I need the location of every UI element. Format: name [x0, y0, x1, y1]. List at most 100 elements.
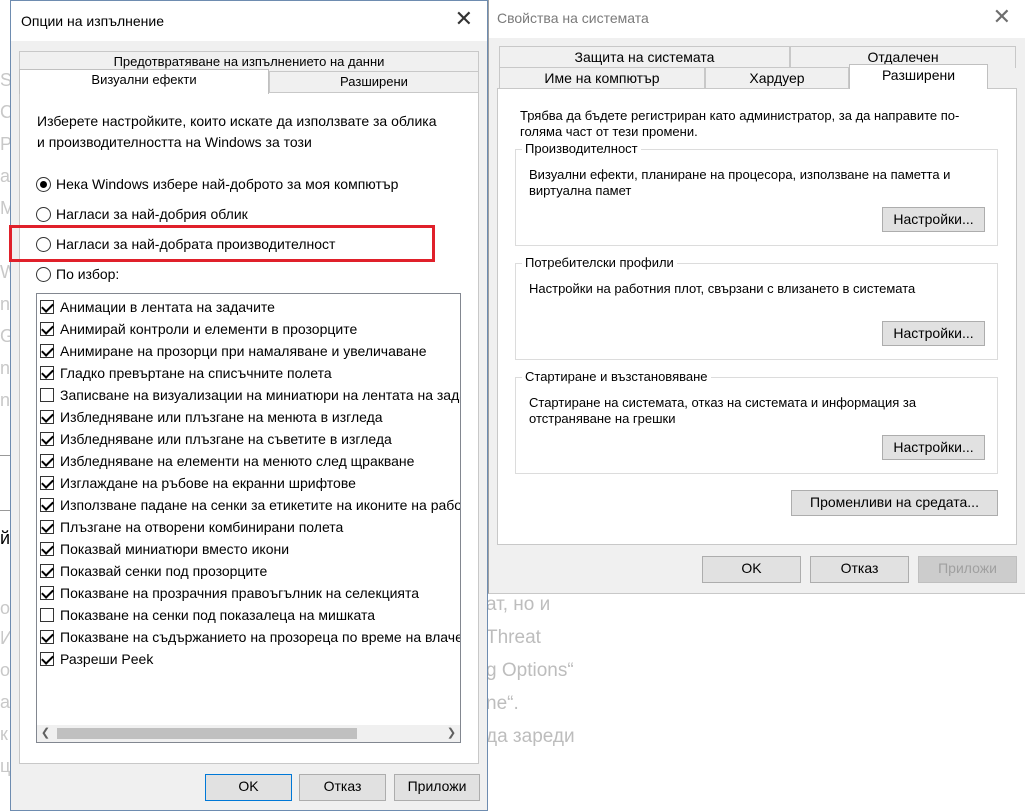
visual-effects-list[interactable]: Анимации в лентата на задачите Анимирай … — [36, 293, 461, 743]
environment-variables-button[interactable]: Променливи на средата... — [791, 490, 998, 516]
checkbox-checked-icon[interactable] — [40, 564, 54, 578]
tab-hardware[interactable]: Хардуер — [705, 67, 849, 89]
bg-edge-char: а — [0, 692, 11, 712]
bg-line: Threat — [486, 627, 541, 648]
checkbox-checked-icon[interactable] — [40, 344, 54, 358]
checkbox-unchecked-icon[interactable] — [40, 388, 54, 402]
checkbox-checked-icon[interactable] — [40, 630, 54, 644]
tab-computer-name[interactable]: Име на компютър — [499, 67, 705, 89]
tab-advanced[interactable]: Разширени — [849, 64, 988, 89]
checkbox-checked-icon[interactable] — [40, 432, 54, 446]
effect-label: Избледняване или плъзгане на съветите в … — [60, 431, 392, 447]
effect-label: Използване падане на сенки за етикетите … — [60, 497, 461, 513]
ok-button[interactable]: OK — [702, 556, 801, 583]
ok-button[interactable]: OK — [205, 774, 292, 801]
effect-label: Избледняване на елементи на менюто след … — [60, 453, 415, 469]
dialog-title: Опции на изпълнение — [21, 13, 165, 29]
title-bar[interactable]: Опции на изпълнение ✕ — [11, 1, 487, 41]
horizontal-scrollbar[interactable]: ❮ ❯ — [37, 725, 460, 742]
radio-unselected-icon — [36, 206, 51, 222]
list-item[interactable]: Анимирай контроли и елементи в прозорцит… — [40, 319, 357, 339]
checkbox-checked-icon[interactable] — [40, 300, 54, 314]
effect-label: Гладко превъртане на списъчните полета — [60, 365, 332, 381]
effect-label: Записване на визуализации на миниатюри н… — [60, 387, 461, 403]
close-icon[interactable]: ✕ — [455, 8, 473, 30]
checkbox-checked-icon[interactable] — [40, 498, 54, 512]
bg-line: да зареди — [486, 726, 575, 747]
list-item[interactable]: Записване на визуализации на миниатюри н… — [40, 385, 461, 405]
effect-label: Анимирай контроли и елементи в прозорцит… — [60, 321, 358, 337]
bg-divider — [0, 510, 10, 511]
checkbox-checked-icon[interactable] — [40, 520, 54, 534]
radio-best-appearance[interactable]: Нагласи за най-добрия облик — [36, 204, 248, 224]
list-item[interactable]: Избледняване или плъзгане на менюта в из… — [40, 407, 383, 427]
cancel-button[interactable]: Отказ — [299, 774, 386, 801]
list-item[interactable]: Показване на съдържанието на прозореца п… — [40, 627, 460, 647]
intro-text: Изберете настройките, които искате да из… — [37, 113, 437, 150]
checkbox-checked-icon[interactable] — [40, 322, 54, 336]
startup-recovery-group: Стартиране и възстановяване Стартиране н… — [515, 369, 998, 474]
list-item[interactable]: Показване на прозрачния правоъгълник на … — [40, 583, 419, 603]
scroll-left-icon[interactable]: ❮ — [37, 725, 54, 742]
bg-line: ne“. — [486, 693, 519, 714]
startup-recovery-settings-button[interactable]: Настройки... — [882, 435, 985, 460]
user-profiles-settings-button[interactable]: Настройки... — [882, 321, 985, 346]
group-description: Настройки на работния плот, свързани с в… — [529, 281, 916, 296]
title-bar[interactable]: Свойства на системата ✕ — [489, 0, 1025, 38]
close-icon[interactable]: ✕ — [993, 6, 1011, 28]
tab-system-protection[interactable]: Защита на системата — [499, 46, 790, 68]
apply-button[interactable]: Приложи — [918, 556, 1017, 583]
dialog-title: Свойства на системата — [497, 10, 649, 26]
radio-custom[interactable]: По избор: — [36, 264, 119, 284]
cancel-button[interactable]: Отказ — [810, 556, 909, 583]
list-item[interactable]: Изглаждане на ръбове на екранни шрифтове — [40, 473, 356, 493]
radio-let-windows-choose[interactable]: Нека Windows избере най-доброто за моя к… — [36, 174, 398, 194]
list-item[interactable]: Избледняване на елементи на менюто след … — [40, 451, 414, 471]
list-item[interactable]: Анимации в лентата на задачите — [40, 297, 275, 317]
effect-label: Плъзгане на отворени комбинирани полета — [60, 519, 344, 535]
list-item[interactable]: Гладко превъртане на списъчните полета — [40, 363, 332, 383]
bg-edge-char: n — [0, 294, 11, 314]
effect-label: Показвай миниатюри вместо икони — [60, 541, 290, 557]
list-item[interactable]: Показвай миниатюри вместо икони — [40, 539, 289, 559]
effect-label: Избледняване или плъзгане на менюта в из… — [60, 409, 383, 425]
bg-edge-char: о — [0, 598, 11, 618]
list-item[interactable]: Плъзгане на отворени комбинирани полета — [40, 517, 343, 537]
bg-edge-char: a — [0, 166, 11, 186]
radio-label: По избор: — [56, 266, 120, 282]
bg-divider — [0, 455, 10, 456]
group-title: Производителност — [522, 141, 641, 156]
checkbox-unchecked-icon[interactable] — [40, 608, 54, 622]
checkbox-checked-icon[interactable] — [40, 366, 54, 380]
bg-edge-char: ц — [0, 756, 11, 776]
list-item[interactable]: Показване на сенки под показалеца на миш… — [40, 605, 375, 625]
radio-label: Нагласи за най-добрия облик — [56, 206, 248, 222]
apply-button[interactable]: Приложи — [394, 774, 480, 801]
checkbox-checked-icon[interactable] — [40, 542, 54, 556]
list-item[interactable]: Анимиране на прозорци при намаляване и у… — [40, 341, 426, 361]
effect-label: Разреши Peek — [60, 651, 154, 667]
tab-advanced[interactable]: Разширени — [269, 71, 479, 93]
tab-visual-effects[interactable]: Визуални ефекти — [19, 69, 269, 94]
list-item[interactable]: Разреши Peek — [40, 649, 153, 669]
list-item[interactable]: Използване падане на сенки за етикетите … — [40, 495, 461, 515]
red-highlight-box — [9, 225, 435, 262]
radio-unselected-icon — [36, 266, 51, 282]
list-item[interactable]: Показвай сенки под прозорците — [40, 561, 267, 581]
list-item[interactable]: Избледняване или плъзгане на съветите в … — [40, 429, 392, 449]
checkbox-checked-icon[interactable] — [40, 454, 54, 468]
checkbox-checked-icon[interactable] — [40, 586, 54, 600]
checkbox-checked-icon[interactable] — [40, 410, 54, 424]
group-description: Визуални ефекти, планиране на процесора,… — [529, 167, 951, 198]
performance-settings-button[interactable]: Настройки... — [882, 207, 985, 232]
checkbox-checked-icon[interactable] — [40, 652, 54, 666]
scroll-right-icon[interactable]: ❯ — [443, 725, 460, 742]
radio-selected-icon — [36, 176, 51, 192]
bg-line: g Options“ — [486, 660, 574, 681]
admin-note: Трябва да бъдете регистриран като админи… — [520, 108, 960, 139]
bg-edge-fragment: й — [0, 528, 11, 548]
user-profiles-group: Потребителски профили Настройки на работ… — [515, 255, 998, 360]
effect-label: Показвай сенки под прозорците — [60, 563, 268, 579]
checkbox-checked-icon[interactable] — [40, 476, 54, 490]
scrollbar-thumb[interactable] — [57, 728, 357, 739]
